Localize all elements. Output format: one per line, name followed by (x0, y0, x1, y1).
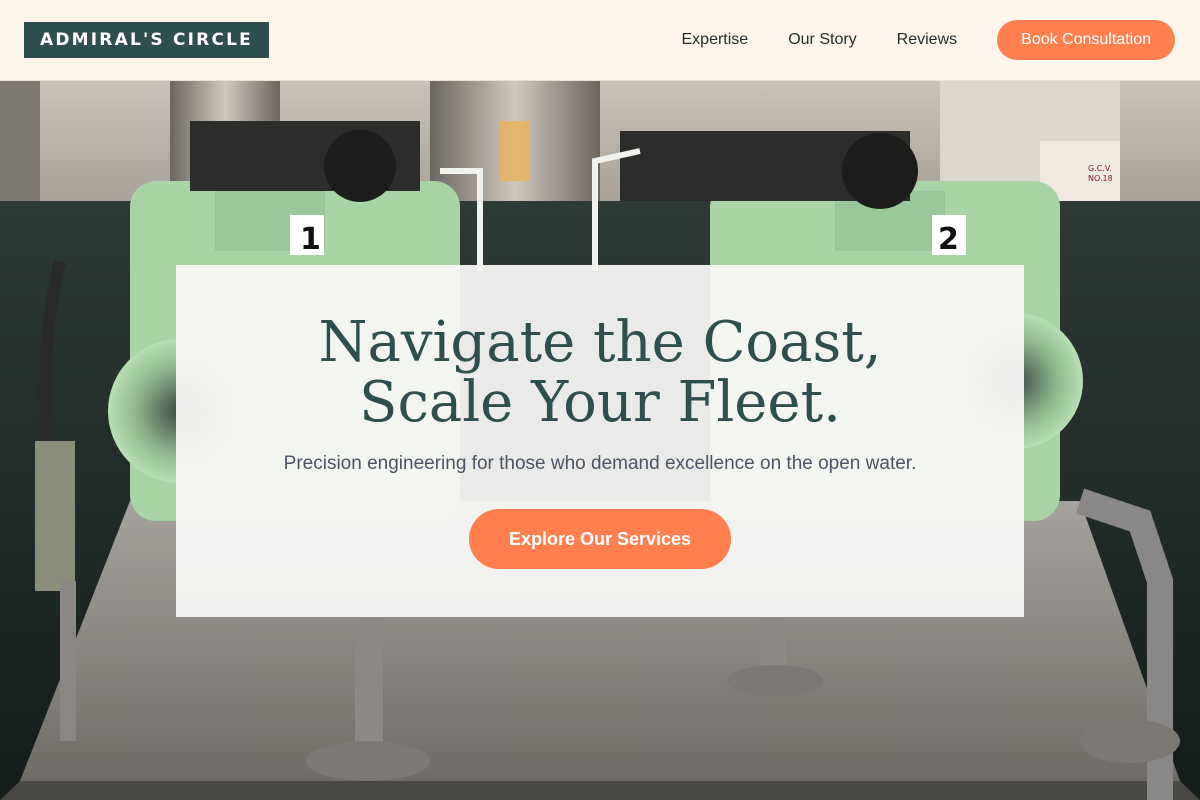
svg-text:G.C.V.: G.C.V. (1088, 164, 1112, 173)
main-nav: Expertise Our Story Reviews Book Consult… (682, 20, 1175, 60)
site-header: ADMIRAL'S CIRCLE Expertise Our Story Rev… (0, 0, 1200, 81)
svg-text:1: 1 (300, 222, 321, 257)
hero-title: Navigate the Coast, Scale Your Fleet. (318, 310, 882, 435)
explore-services-button[interactable]: Explore Our Services (469, 509, 731, 569)
nav-link-our-story[interactable]: Our Story (788, 31, 856, 49)
hero-card: Navigate the Coast, Scale Your Fleet. Pr… (176, 265, 1024, 617)
hero-section: G.C.V. NO.18 1 2 Navigate the Coast, Sca… (0, 81, 1200, 800)
brand-logo[interactable]: ADMIRAL'S CIRCLE (24, 22, 269, 58)
hero-subtitle: Precision engineering for those who dema… (283, 453, 917, 474)
nav-link-reviews[interactable]: Reviews (897, 31, 957, 49)
svg-text:NO.18: NO.18 (1088, 174, 1113, 183)
nav-link-expertise[interactable]: Expertise (682, 31, 749, 49)
svg-text:2: 2 (938, 222, 959, 257)
book-consultation-button[interactable]: Book Consultation (997, 20, 1175, 60)
